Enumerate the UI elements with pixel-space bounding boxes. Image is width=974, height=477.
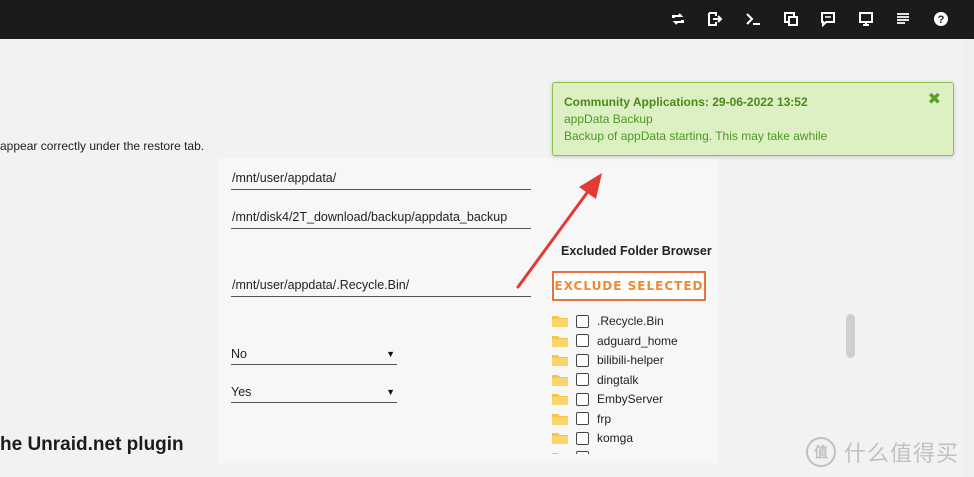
close-icon[interactable]: ✖ xyxy=(928,92,941,108)
subtitle-text: appear correctly under the restore tab. xyxy=(0,139,205,153)
terminal-icon[interactable] xyxy=(744,10,762,28)
folder-checkbox[interactable] xyxy=(576,431,589,445)
folder-list-scrollbar[interactable] xyxy=(846,314,855,358)
log-icon[interactable] xyxy=(894,10,912,28)
folder-checkbox[interactable] xyxy=(576,412,589,425)
select-one-value: No xyxy=(231,347,247,361)
monitor-icon[interactable] xyxy=(857,10,875,28)
folder-name: adguard_home xyxy=(597,333,678,348)
toast-title: Community Applications: 29-06-2022 13:52 xyxy=(564,95,808,109)
appdata-path-input[interactable]: /mnt/user/appdata/ xyxy=(231,166,531,190)
feedback-icon[interactable] xyxy=(819,10,837,28)
watermark: 值 什么值得买 xyxy=(806,436,959,468)
folder-checkbox[interactable] xyxy=(576,334,589,347)
folder-name: frp xyxy=(597,411,612,426)
watermark-text: 什么值得买 xyxy=(844,442,960,467)
folder-checkbox[interactable] xyxy=(576,451,589,454)
folder-row[interactable]: dingtalk xyxy=(550,371,740,389)
folder-row[interactable]: EmbyServer xyxy=(550,390,740,408)
copy-icon[interactable] xyxy=(782,10,800,28)
svg-text:?: ? xyxy=(938,14,945,26)
folder-name: .Recycle.Bin xyxy=(597,314,664,328)
setting-select-one[interactable]: No ▼ xyxy=(231,343,397,365)
folder-icon xyxy=(552,335,568,347)
folder-row[interactable]: bilibili-helper xyxy=(550,351,740,369)
folder-icon xyxy=(552,393,568,405)
folder-checkbox[interactable] xyxy=(576,314,589,328)
folder-icon xyxy=(552,374,568,386)
folder-icon xyxy=(552,315,568,327)
folder-name: dingtalk xyxy=(597,372,639,387)
folder-row[interactable]: .Recycle.Bin xyxy=(550,312,740,330)
folder-row[interactable]: frp xyxy=(550,410,740,428)
toast-message: Backup of appData starting. This may tak… xyxy=(564,129,828,143)
folder-icon xyxy=(552,452,568,454)
folder-row[interactable]: adguard_home xyxy=(550,332,740,350)
dropdown-arrow-icon: ▼ xyxy=(386,349,395,359)
folder-icon xyxy=(552,413,568,425)
folder-name: komga xyxy=(597,431,634,445)
folder-row[interactable]: komga xyxy=(550,429,740,447)
logout-icon[interactable] xyxy=(706,10,724,28)
help-icon[interactable]: ? xyxy=(932,10,950,28)
select-two-value: Yes xyxy=(231,385,252,399)
folder-icon xyxy=(552,354,568,366)
folder-row-partial[interactable] xyxy=(550,449,740,454)
backup-destination-input[interactable]: /mnt/disk4/2T_download/backup/appdata_ba… xyxy=(231,205,531,229)
excluded-folders-input[interactable]: /mnt/user/appdata/.Recycle.Bin/ xyxy=(231,273,531,297)
folder-checkbox[interactable] xyxy=(576,373,589,386)
folder-list: .Recycle.Bin adguard_home bilibili-helper d… xyxy=(550,312,740,454)
folder-name: EmbyServer xyxy=(597,392,664,406)
swap-icon[interactable] xyxy=(669,10,687,28)
folder-browser-title: Excluded Folder Browser xyxy=(561,244,712,258)
folder-checkbox[interactable] xyxy=(576,353,589,367)
watermark-logo-icon: 值 xyxy=(806,437,836,467)
section-heading: he Unraid.net plugin xyxy=(0,434,184,455)
page-scrollbar[interactable] xyxy=(964,39,974,477)
top-navigation-bar: ? xyxy=(0,0,974,39)
notification-toast: Community Applications: 29-06-2022 13:52… xyxy=(552,82,954,156)
setting-select-two[interactable]: Yes ▼ xyxy=(231,381,397,403)
folder-icon xyxy=(552,432,568,444)
exclude-selected-button[interactable]: EXCLUDE SELECTED xyxy=(552,271,706,301)
toast-subject: appData Backup xyxy=(564,112,653,126)
folder-name: bilibili-helper xyxy=(597,353,664,367)
dropdown-arrow-icon: ▼ xyxy=(386,387,395,397)
folder-checkbox[interactable] xyxy=(576,392,589,406)
